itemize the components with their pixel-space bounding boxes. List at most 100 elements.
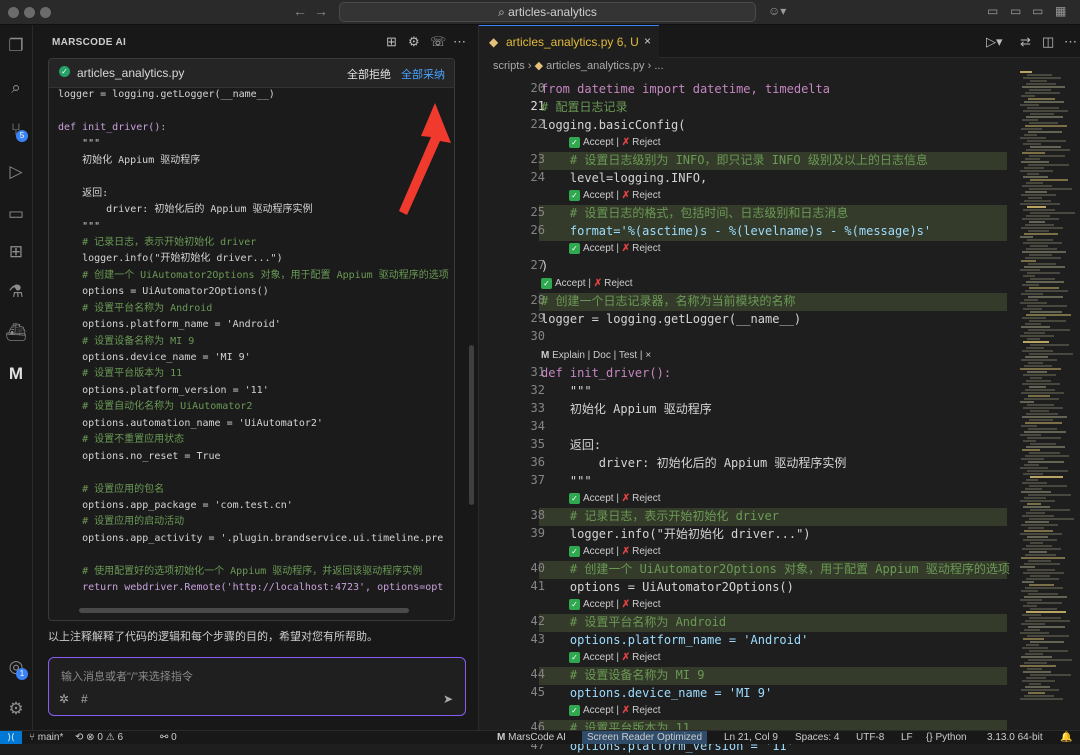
code-line[interactable]: # 设置日志的格式，包括时间、日志级别和日志消息 [541, 204, 848, 222]
reject-button[interactable]: Reject [604, 278, 632, 289]
reject-button[interactable]: Reject [632, 705, 660, 716]
code-line[interactable]: 初始化 Appium 驱动程序 [541, 400, 712, 418]
forward-arrow-icon[interactable]: → [314, 3, 328, 19]
remote-indicator-icon[interactable]: ⟩⟨ [0, 731, 22, 744]
language-mode[interactable]: {} Python [926, 731, 967, 744]
notifications-icon[interactable]: 🔔 [1060, 731, 1072, 744]
accept-button[interactable]: Accept [583, 493, 614, 504]
ports-indicator[interactable]: ⚯ 0 [160, 731, 177, 744]
code-line[interactable]: options.platform_name = 'Android' [541, 631, 808, 649]
problems-indicator[interactable]: ⟲ ⊗ 0 ⚠ 6 [75, 731, 123, 744]
run-debug-icon[interactable]: ▷ [4, 160, 28, 184]
accept-button[interactable]: Accept [583, 652, 614, 663]
accept-button[interactable]: Accept [555, 278, 586, 289]
horizontal-scrollbar[interactable] [79, 608, 409, 613]
compare-icon[interactable]: ⇄ [1020, 34, 1031, 50]
code-line[interactable]: logger.info("开始初始化 driver...") [541, 525, 811, 543]
screen-reader-status[interactable]: Screen Reader Optimized [582, 731, 708, 744]
back-arrow-icon[interactable]: ← [293, 3, 307, 19]
send-icon[interactable]: ➤ [443, 692, 453, 706]
reject-button[interactable]: Reject [632, 137, 660, 148]
run-icon[interactable]: ▷▾ [986, 34, 1003, 50]
marscode-icon[interactable]: M [4, 362, 28, 386]
panel-vertical-scrollbar[interactable] [469, 345, 474, 505]
accept-reject-lens[interactable]: ✓ Accept | ✗ Reject [569, 545, 660, 559]
reject-button[interactable]: Reject [632, 243, 660, 254]
customize-layout-icon[interactable]: ▦ [1055, 4, 1066, 18]
accept-reject-lens[interactable]: ✓ Accept | ✗ Reject [569, 704, 660, 718]
feedback-icon[interactable]: ☏ [430, 34, 446, 50]
accept-reject-lens[interactable]: ✓ Accept | ✗ Reject [541, 277, 632, 291]
testing-icon[interactable]: ⚗ [4, 280, 28, 304]
code-line[interactable]: ) [541, 257, 548, 275]
maximize-window-button[interactable] [40, 7, 51, 18]
accept-button[interactable]: Accept [583, 546, 614, 557]
reject-button[interactable]: Reject [632, 546, 660, 557]
toggle-secondary-sidebar-icon[interactable]: ▭ [1032, 4, 1043, 18]
encoding[interactable]: UTF-8 [856, 731, 884, 744]
settings-gear-icon[interactable]: ⚙ [4, 697, 28, 721]
settings-icon[interactable]: ⚙ [408, 34, 420, 50]
reject-button[interactable]: Reject [632, 599, 660, 610]
command-center-search[interactable]: ⌕ articles-analytics [339, 2, 756, 22]
code-line[interactable]: driver: 初始化后的 Appium 驱动程序实例 [541, 454, 847, 472]
code-line[interactable]: from datetime import datetime, timedelta [541, 80, 830, 98]
docker-icon[interactable]: ⛴ [4, 321, 28, 345]
accept-reject-lens[interactable]: ✓ Accept | ✗ Reject [569, 136, 660, 150]
accept-button[interactable]: Accept [583, 243, 614, 254]
accept-reject-lens[interactable]: ✓ Accept | ✗ Reject [569, 651, 660, 665]
accept-button[interactable]: Accept [583, 190, 614, 201]
git-branch[interactable]: ⑂ main* [29, 731, 63, 744]
accept-button[interactable]: Accept [583, 705, 614, 716]
codelens-explain[interactable]: M Explain | Doc | Test | × [541, 349, 651, 363]
code-line[interactable]: logger = logging.getLogger(__name__) [541, 310, 801, 328]
code-line[interactable]: # 创建一个 UiAutomator2Options 对象，用于配置 Appiu… [541, 560, 1010, 578]
code-line[interactable]: # 记录日志，表示开始初始化 driver [541, 507, 779, 525]
code-line[interactable]: """ [541, 472, 592, 490]
breadcrumb-folder[interactable]: scripts [493, 60, 525, 72]
code-line[interactable]: # 创建一个日志记录器，名称为当前模块的名称 [541, 292, 795, 310]
code-line[interactable]: # 设置设备名称为 MI 9 [541, 666, 705, 684]
accept-reject-lens[interactable]: ✓ Accept | ✗ Reject [569, 189, 660, 203]
reject-all-button[interactable]: 全部拒绝 [347, 66, 391, 82]
accept-reject-lens[interactable]: ✓ Accept | ✗ Reject [569, 242, 660, 256]
reject-button[interactable]: Reject [632, 190, 660, 201]
explorer-icon[interactable]: ❐ [4, 34, 28, 58]
code-line[interactable]: # 设置日志级别为 INFO，即只记录 INFO 级别及以上的日志信息 [541, 151, 928, 169]
code-line[interactable]: # 配置日志记录 [541, 98, 627, 116]
more-actions-icon[interactable]: ⋯ [453, 34, 466, 50]
marscode-status[interactable]: M MarsCode AI [497, 731, 566, 744]
close-window-button[interactable] [8, 7, 19, 18]
code-line[interactable]: options = UiAutomator2Options() [541, 578, 794, 596]
code-line[interactable]: 返回: [541, 436, 601, 454]
remote-explorer-icon[interactable]: ▭ [4, 202, 28, 226]
indentation[interactable]: Spaces: 4 [795, 731, 839, 744]
cursor-position[interactable]: Ln 21, Col 9 [724, 731, 778, 744]
toggle-sidebar-icon[interactable]: ▭ [987, 4, 998, 18]
editor-tab[interactable]: ◆ articles_analytics.py 6, U × [479, 25, 659, 58]
code-line[interactable]: level=logging.INFO, [541, 169, 707, 187]
accept-button[interactable]: Accept [583, 599, 614, 610]
end-of-line[interactable]: LF [901, 731, 913, 744]
code-line[interactable]: """ [541, 382, 592, 400]
extensions-icon[interactable]: ⊞ [4, 240, 28, 264]
code-line[interactable]: format='%(asctime)s - %(levelname)s - %(… [541, 222, 931, 240]
breadcrumb-symbol[interactable]: ... [654, 60, 663, 72]
accept-reject-lens[interactable]: ✓ Accept | ✗ Reject [569, 598, 660, 612]
reject-button[interactable]: Reject [632, 493, 660, 504]
new-chat-icon[interactable]: ⊞ [386, 34, 397, 50]
code-line[interactable]: # 设置平台名称为 Android [541, 613, 726, 631]
split-editor-icon[interactable]: ◫ [1042, 34, 1054, 50]
hash-icon[interactable]: # [81, 692, 88, 706]
code-line[interactable]: def init_driver(): [541, 364, 671, 382]
chat-input-box[interactable]: 输入消息或者"/"来选择指令 ✲ # ➤ [48, 657, 466, 716]
more-actions-icon[interactable]: ⋯ [1064, 34, 1077, 50]
minimize-window-button[interactable] [24, 7, 35, 18]
close-tab-icon[interactable]: × [644, 34, 651, 48]
accept-reject-lens[interactable]: ✓ Accept | ✗ Reject [569, 492, 660, 506]
accept-button[interactable]: Accept [583, 137, 614, 148]
search-icon[interactable]: ⌕ [4, 76, 28, 100]
toggle-panel-icon[interactable]: ▭ [1010, 4, 1021, 18]
card-file-name[interactable]: articles_analytics.py [77, 66, 184, 80]
code-line[interactable]: logging.basicConfig( [541, 116, 686, 134]
